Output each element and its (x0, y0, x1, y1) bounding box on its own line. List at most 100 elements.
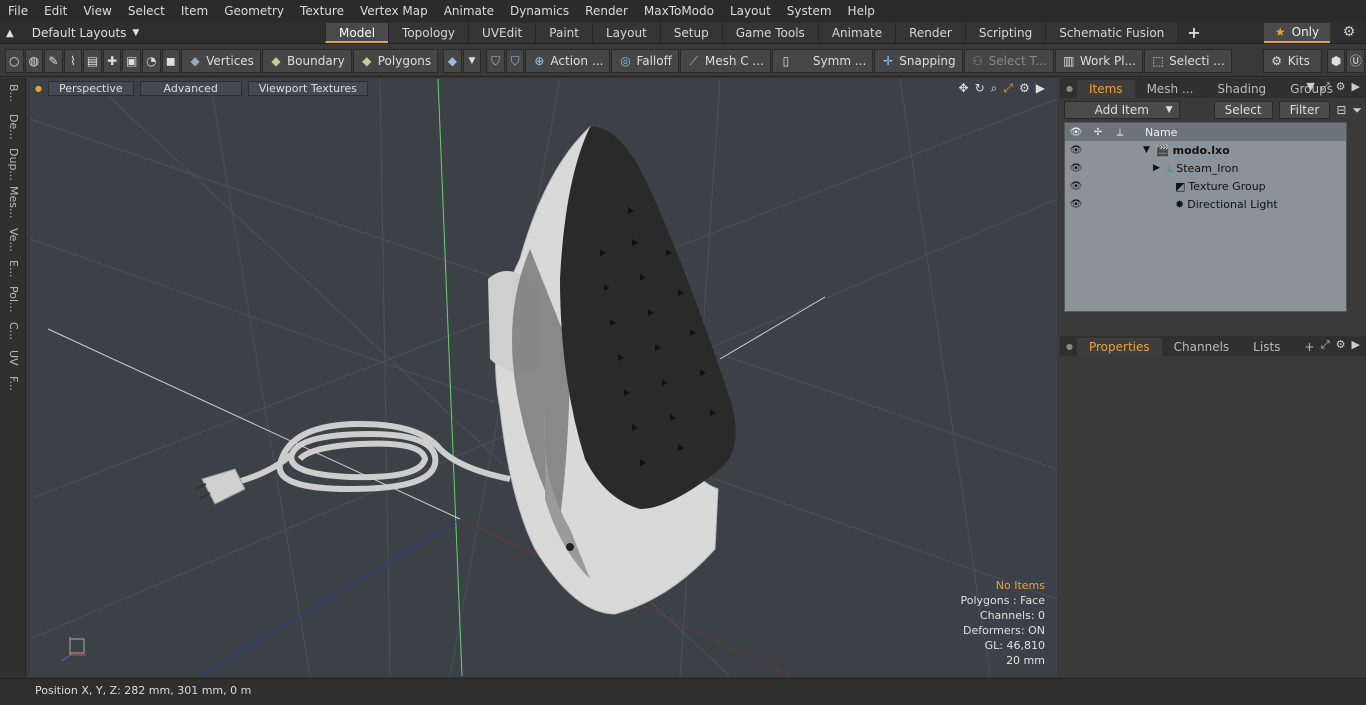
tab-items[interactable]: Items (1076, 80, 1135, 98)
tab-layout[interactable]: Layout (591, 23, 660, 43)
tab-topology[interactable]: Topology (388, 23, 469, 43)
tab-channels[interactable]: Channels (1162, 338, 1242, 356)
material-dropdown[interactable]: ▼ (462, 48, 482, 73)
kits-button[interactable]: ⚙ Kits (1262, 48, 1322, 73)
left-tab-duplicate[interactable]: Dup... (3, 148, 23, 181)
viewport-textures-button[interactable]: Viewport Textures (247, 80, 368, 96)
tree-row-mesh[interactable]: 👁 ▶ ⟂ Steam_Iron (1065, 159, 1346, 177)
falloff-button[interactable]: ◎ Falloff (611, 48, 679, 73)
menu-file[interactable]: File (0, 0, 36, 22)
left-tab-vertex[interactable]: Ve... (3, 228, 23, 252)
boundary-button[interactable]: ◆ Boundary (261, 48, 352, 73)
menu-maxtomodo[interactable]: MaxToModo (636, 0, 722, 22)
tab-mesh[interactable]: Mesh ... (1135, 80, 1206, 98)
filter-button[interactable]: Filter (1278, 101, 1331, 119)
unity-button[interactable]: ⬢ (1326, 48, 1346, 73)
tab-animate[interactable]: Animate (817, 23, 896, 43)
item-mode-button[interactable]: ◼ (161, 48, 181, 73)
left-tab-mesh[interactable]: Mes... (3, 186, 23, 218)
layout-selector[interactable]: ▲ Default Layouts ▼ (6, 24, 139, 42)
vertices-button[interactable]: ◆ Vertices (181, 48, 261, 73)
menu-system[interactable]: System (779, 0, 840, 22)
tab-scripting[interactable]: Scripting (964, 23, 1046, 43)
menu-render[interactable]: Render (577, 0, 636, 22)
only-toggle[interactable]: ★ Only (1264, 23, 1330, 43)
transform-button[interactable]: ✚ (102, 48, 122, 73)
menu-texture[interactable]: Texture (292, 0, 352, 22)
eye-icon[interactable]: 👁 (1065, 145, 1087, 156)
advanced-button[interactable]: Advanced (139, 80, 242, 96)
snapping-button[interactable]: ✛ Snapping (874, 48, 963, 73)
add-tab-button[interactable]: + (1177, 23, 1210, 43)
menu-item[interactable]: Item (173, 0, 216, 22)
menu-vertex-map[interactable]: Vertex Map (352, 0, 436, 22)
left-tab-polygon[interactable]: Pol... (3, 286, 23, 313)
symmetry-button[interactable]: ▯ Symm ... (771, 48, 874, 73)
tab-game-tools[interactable]: Game Tools (721, 23, 818, 43)
menu-animate[interactable]: Animate (436, 0, 502, 22)
expand-icon[interactable]: ⤢ (1321, 338, 1330, 352)
menu-dynamics[interactable]: Dynamics (502, 0, 577, 22)
expand-arrow-icon[interactable]: ▼ (1143, 145, 1150, 155)
gear-icon[interactable]: ⚙ (1336, 80, 1346, 94)
move-icon[interactable]: ✥ (959, 81, 969, 96)
tab-lists[interactable]: Lists (1241, 338, 1292, 356)
rotate-icon[interactable]: ↻ (975, 81, 985, 96)
tab-uvedit[interactable]: UVEdit (468, 23, 536, 43)
tab-paint[interactable]: Paint (535, 23, 592, 43)
collapse-arrow-icon[interactable]: ▶ (1153, 163, 1160, 173)
left-tab-deform[interactable]: De... (3, 114, 23, 140)
add-item-button[interactable]: Add Item ▼ (1064, 101, 1180, 119)
tab-properties[interactable]: Properties (1076, 338, 1162, 356)
zoom-icon[interactable]: ⌕ (991, 81, 998, 96)
menu-edit[interactable]: Edit (36, 0, 75, 22)
mesh-constraint-button[interactable]: ⟋ Mesh C ... (679, 48, 771, 73)
select-through-button[interactable]: ⚇ Select T... (963, 48, 1054, 73)
select-button[interactable]: Select (1213, 101, 1273, 119)
material-button[interactable]: ◆ (443, 48, 462, 73)
viewport-3d[interactable]: ● Perspective Advanced Viewport Textures… (30, 79, 1057, 676)
gear-icon[interactable]: ⚙ (1340, 24, 1358, 42)
menu-help[interactable]: Help (840, 0, 883, 22)
brush-button[interactable]: ⌇ (63, 48, 83, 73)
action-button[interactable]: ⊕ Action ... (525, 48, 611, 73)
menu-geometry[interactable]: Geometry (216, 0, 292, 22)
pen-button[interactable]: ✎ (44, 48, 63, 73)
play-icon[interactable]: ▶ (1036, 81, 1045, 96)
gear-icon[interactable]: ⚙ (1336, 338, 1346, 352)
perspective-button[interactable]: Perspective (47, 80, 134, 96)
eye-icon[interactable]: 👁 (1065, 181, 1087, 192)
work-plane-button[interactable]: ▥ Work Pl... (1054, 48, 1144, 73)
polygons-button[interactable]: ◆ Polygons (352, 48, 439, 73)
tree-row-scene[interactable]: 👁 ▼ 🎬 modo.lxo (1065, 141, 1346, 159)
chevron-down-icon[interactable]: ▼ (1306, 80, 1314, 94)
left-tab-uv[interactable]: UV (3, 350, 23, 366)
left-tab-edge[interactable]: E... (3, 260, 23, 277)
play-icon[interactable]: ▶ (1352, 338, 1360, 352)
maximize-icon[interactable]: ⤢ (1003, 81, 1013, 96)
square-button[interactable]: ▣ (122, 48, 141, 73)
globe-button[interactable]: ◍ (24, 48, 44, 73)
expand-icon[interactable]: ⤢ (1321, 80, 1330, 94)
left-tab-basic[interactable]: B... (3, 84, 23, 102)
menu-view[interactable]: View (75, 0, 119, 22)
selection-sets-button[interactable]: ⬚ Selecti ... (1144, 48, 1232, 73)
collapse-icon[interactable]: ⊟ (1336, 103, 1346, 117)
align-button[interactable]: ▤ (83, 48, 102, 73)
tab-setup[interactable]: Setup (659, 23, 722, 43)
left-tab-fusion[interactable]: F... (3, 376, 23, 391)
left-tab-curve[interactable]: C... (3, 322, 23, 340)
tab-model[interactable]: Model (325, 23, 389, 43)
tree-row-texture-group[interactable]: 👁 ◩ Texture Group (1065, 177, 1346, 195)
tab-schematic-fusion[interactable]: Schematic Fusion (1045, 23, 1178, 43)
filter-icon[interactable]: ⏷ (1352, 103, 1362, 118)
tab-shading[interactable]: Shading (1205, 80, 1278, 98)
symmetry-a-button[interactable]: ⛉ (486, 48, 505, 73)
select-circle-button[interactable]: ○ (5, 48, 24, 73)
tab-render[interactable]: Render (895, 23, 965, 43)
menu-layout[interactable]: Layout (722, 0, 779, 22)
play-icon[interactable]: ▶ (1352, 80, 1360, 94)
menu-select[interactable]: Select (120, 0, 173, 22)
tree-row-light[interactable]: 👁 ✹ Directional Light (1065, 195, 1346, 213)
clock-button[interactable]: ◔ (141, 48, 161, 73)
